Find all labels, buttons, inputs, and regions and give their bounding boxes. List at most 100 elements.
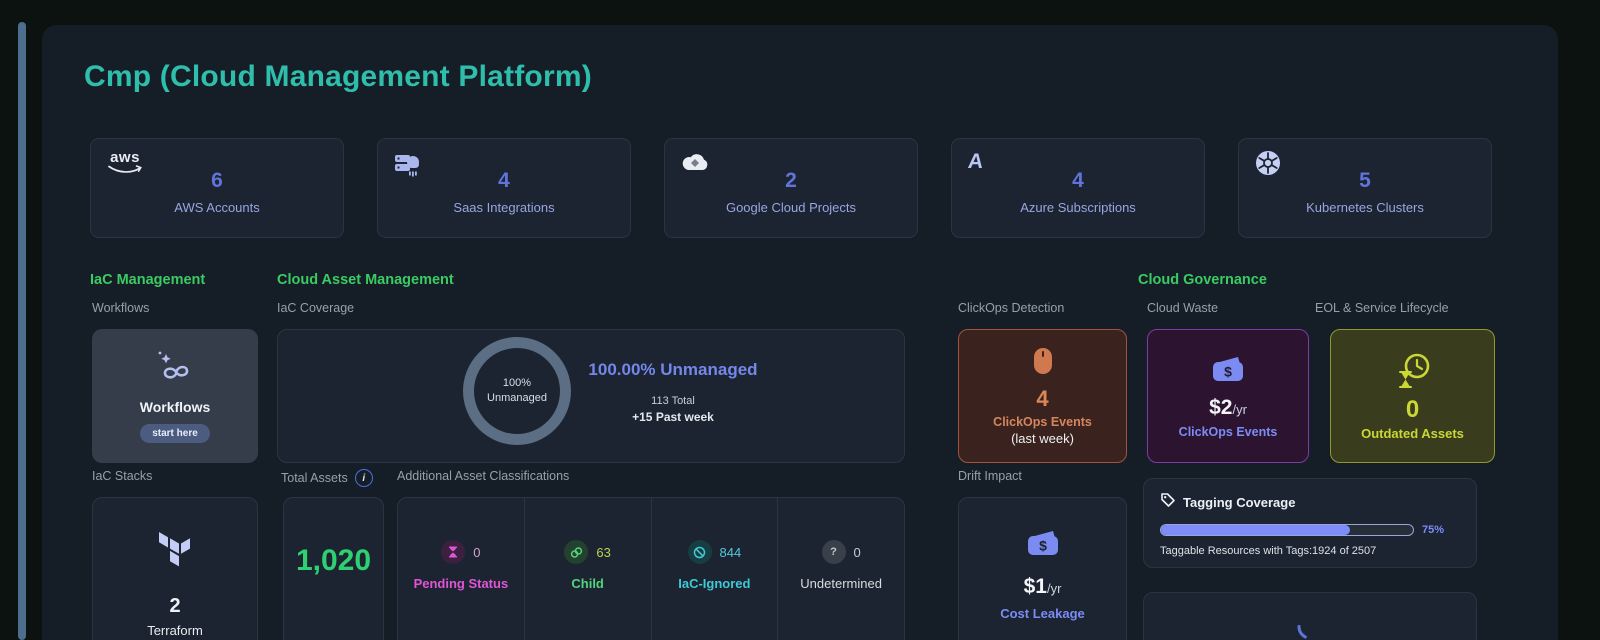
- terraform-icon: [158, 532, 192, 575]
- drift-unit: /yr: [1047, 581, 1061, 596]
- donut-center-label: 100% Unmanaged: [487, 376, 547, 406]
- clickops-subtitle: (last week): [1011, 431, 1074, 446]
- card-label-drift-impact: Drift Impact: [958, 469, 1022, 483]
- wallet-icon: $: [1025, 528, 1061, 563]
- cmp-dashboard: Cmp (Cloud Management Platform) aws 6 AW…: [0, 0, 1600, 640]
- stat-card-google-cloud-projects[interactable]: 2 Google Cloud Projects: [664, 138, 918, 238]
- iac-coverage-donut: 100% Unmanaged: [463, 337, 571, 445]
- stat-label: AWS Accounts: [174, 200, 260, 215]
- stat-value: 2: [785, 169, 797, 193]
- clickops-events-card[interactable]: 4 ClickOps Events (last week): [958, 329, 1127, 463]
- aws-icon: aws: [107, 150, 143, 180]
- terraform-title: Terraform: [147, 623, 203, 638]
- stat-label: Kubernetes Clusters: [1306, 200, 1424, 215]
- tag-icon: [1160, 492, 1176, 513]
- info-icon[interactable]: i: [355, 469, 373, 487]
- outdated-count: 0: [1406, 396, 1419, 424]
- classification-name: IaC-Ignored: [678, 576, 750, 591]
- section-title-iac-management: IaC Management: [90, 272, 205, 288]
- tagging-progress-fill: [1161, 525, 1350, 535]
- tagging-percent: 75%: [1422, 524, 1444, 536]
- ban-icon: [688, 540, 712, 564]
- section-title-cloud-asset-management: Cloud Asset Management: [277, 272, 454, 288]
- workflow-icon: [153, 349, 197, 390]
- total-assets-label: Total Assets: [281, 471, 348, 485]
- stat-card-kubernetes-clusters[interactable]: 5 Kubernetes Clusters: [1238, 138, 1492, 238]
- tagging-coverage-card[interactable]: Tagging Coverage 75% Taggable Resources …: [1143, 478, 1477, 568]
- svg-text:$: $: [1224, 363, 1232, 379]
- drift-title: Cost Leakage: [1000, 606, 1085, 621]
- stat-card-saas-integrations[interactable]: 4 Saas Integrations: [377, 138, 631, 238]
- terraform-count: 2: [169, 595, 180, 618]
- coverage-total: 113 Total: [568, 395, 778, 407]
- stat-value: 5: [1359, 169, 1371, 193]
- card-label-total-assets: Total Assets i: [281, 469, 373, 487]
- page-title: Cmp (Cloud Management Platform): [84, 60, 592, 94]
- stat-label: Google Cloud Projects: [726, 200, 856, 215]
- classification-name: Child: [571, 576, 604, 591]
- coverage-delta: +15 Past week: [568, 410, 778, 424]
- svg-text:$: $: [1039, 538, 1047, 554]
- kubernetes-icon: [1255, 150, 1281, 180]
- classification-count: 844: [720, 545, 742, 560]
- stat-value: 4: [1072, 169, 1084, 193]
- card-label-workflows: Workflows: [92, 301, 149, 315]
- mouse-icon: [1032, 346, 1054, 381]
- waste-title: ClickOps Events: [1179, 425, 1278, 439]
- question-icon: ?: [822, 540, 846, 564]
- classification-name: Undetermined: [800, 576, 882, 591]
- loading-card: [1143, 592, 1477, 640]
- drift-impact-card[interactable]: $ $1 /yr Cost Leakage: [958, 497, 1127, 640]
- classification-child[interactable]: 63 Child: [525, 498, 652, 640]
- classification-count: 63: [596, 545, 610, 560]
- total-assets-value: 1,020: [296, 544, 371, 640]
- tagging-title: Tagging Coverage: [1183, 495, 1295, 510]
- saas-icon: [394, 150, 421, 180]
- google-cloud-icon: [681, 150, 709, 180]
- link-icon: [564, 540, 588, 564]
- total-assets-card[interactable]: 1,020: [283, 497, 384, 640]
- loading-spinner-icon: [1296, 613, 1324, 640]
- outdated-assets-card[interactable]: 0 Outdated Assets: [1330, 329, 1495, 463]
- stat-label: Saas Integrations: [453, 200, 554, 215]
- waste-unit: /yr: [1232, 402, 1246, 417]
- clock-hourglass-icon: [1393, 352, 1433, 394]
- tagging-progress-track: [1160, 524, 1414, 536]
- card-label-iac-coverage: IaC Coverage: [277, 301, 354, 315]
- classification-pending-status[interactable]: 0 Pending Status: [398, 498, 525, 640]
- card-label-additional-asset-classifications: Additional Asset Classifications: [397, 469, 569, 483]
- workflows-card-title: Workflows: [140, 399, 211, 415]
- classification-name: Pending Status: [414, 576, 509, 591]
- section-title-cloud-governance: Cloud Governance: [1138, 272, 1267, 288]
- iac-coverage-summary: 100.00% Unmanaged 113 Total +15 Past wee…: [568, 360, 778, 424]
- cloud-waste-card[interactable]: $ $2 /yr ClickOps Events: [1147, 329, 1309, 463]
- start-here-badge: start here: [140, 424, 210, 443]
- wallet-icon: $: [1210, 354, 1246, 389]
- card-label-eol-service-lifecycle: EOL & Service Lifecycle: [1315, 301, 1449, 315]
- iac-coverage-card[interactable]: 100% Unmanaged 100.00% Unmanaged 113 Tot…: [277, 329, 905, 463]
- stat-label: Azure Subscriptions: [1020, 200, 1136, 215]
- vertical-scrollbar[interactable]: [18, 22, 26, 640]
- iac-stacks-card[interactable]: 2 Terraform: [92, 497, 258, 640]
- stat-card-azure-subscriptions[interactable]: A 4 Azure Subscriptions: [951, 138, 1205, 238]
- classification-count: 0: [854, 545, 861, 560]
- clickops-title: ClickOps Events: [993, 415, 1092, 429]
- hourglass-icon: [441, 540, 465, 564]
- classification-count: 0: [473, 545, 480, 560]
- stat-value: 6: [211, 169, 223, 193]
- classification-iac-ignored[interactable]: 844 IaC-Ignored: [652, 498, 779, 640]
- stat-card-aws-accounts[interactable]: aws 6 AWS Accounts: [90, 138, 344, 238]
- workflows-card[interactable]: Workflows start here: [92, 329, 258, 463]
- classification-undetermined[interactable]: ? 0 Undetermined: [778, 498, 904, 640]
- stat-value: 4: [498, 169, 510, 193]
- waste-amount: $2: [1209, 396, 1232, 420]
- card-label-clickops-detection: ClickOps Detection: [958, 301, 1064, 315]
- unmanaged-percent: 100.00% Unmanaged: [568, 360, 778, 380]
- clickops-count: 4: [1036, 386, 1048, 412]
- card-label-cloud-waste: Cloud Waste: [1147, 301, 1218, 315]
- asset-classifications-card: 0 Pending Status 63 Child: [397, 497, 905, 640]
- outdated-title: Outdated Assets: [1361, 426, 1464, 441]
- tagging-subtitle: Taggable Resources with Tags:1924 of 250…: [1160, 545, 1460, 557]
- azure-icon: A: [968, 150, 983, 180]
- drift-amount: $1: [1024, 575, 1047, 599]
